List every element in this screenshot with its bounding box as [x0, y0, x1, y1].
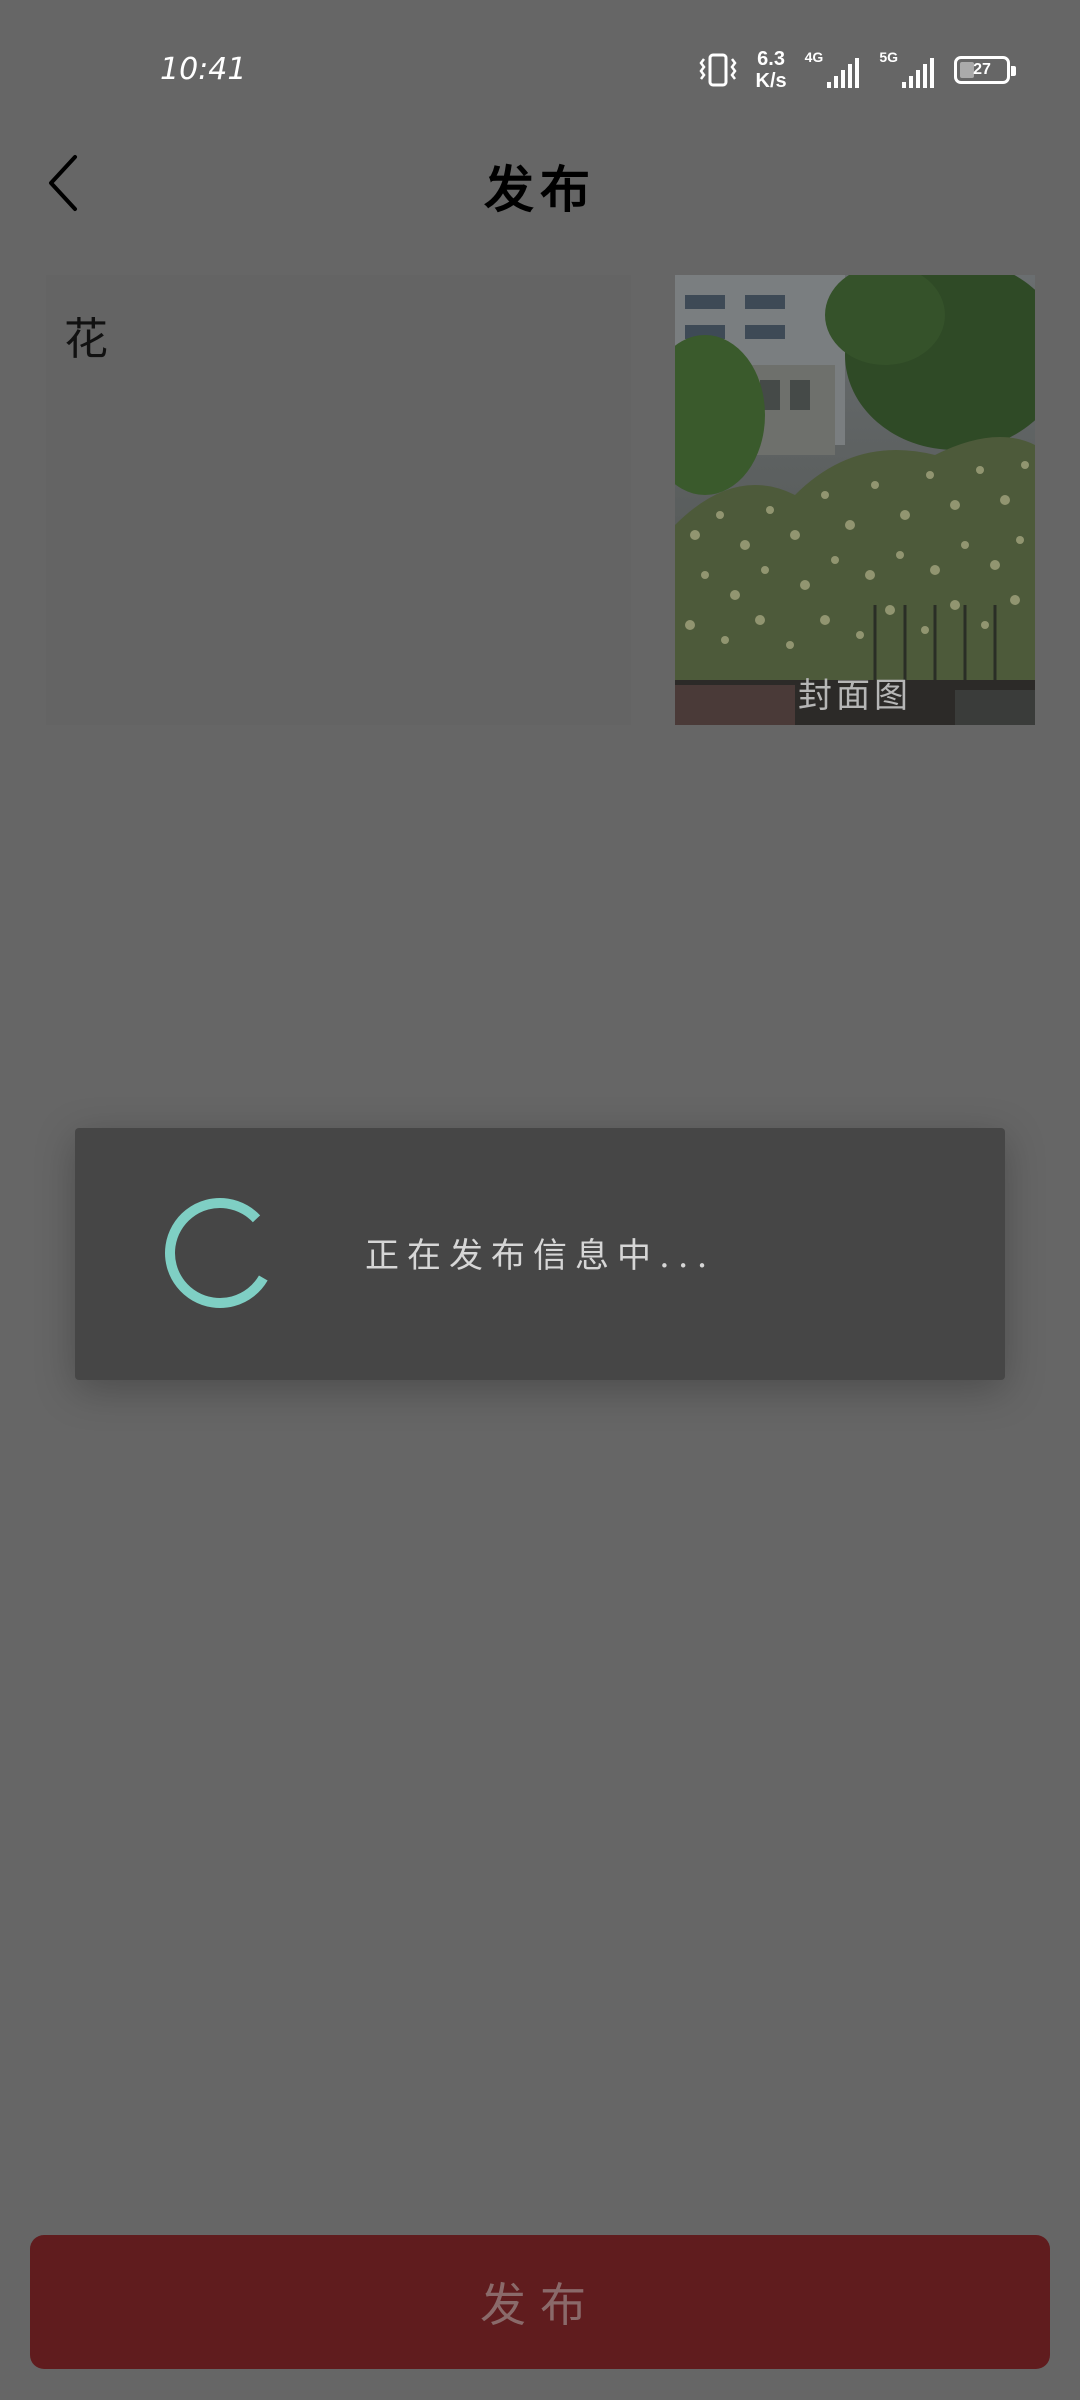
post-text-input[interactable]: 花: [46, 275, 631, 725]
publish-button[interactable]: 发布: [30, 2235, 1050, 2369]
status-icons: 6.3 K/s 4G 5G 27: [698, 48, 1016, 92]
loading-dialog: 正在发布信息中...: [75, 1128, 1005, 1380]
loading-spinner-icon: [155, 1188, 285, 1318]
status-time: 10:41: [160, 52, 247, 87]
battery-level: 27: [973, 61, 991, 78]
speed-unit: K/s: [755, 70, 787, 92]
cover-label: 封面图: [798, 676, 912, 716]
page-title: 发布: [484, 160, 596, 219]
cover-image[interactable]: 封面图: [675, 275, 1035, 725]
network-speed: 6.3 K/s: [756, 48, 787, 92]
signal-4g-icon: 4G: [805, 50, 862, 90]
post-text-value: 花: [64, 314, 108, 365]
status-bar: 10:41 6.3 K/s 4G 5G 27: [0, 0, 1080, 140]
network-4g-label: 4G: [804, 49, 824, 65]
battery-icon: 27: [954, 56, 1016, 84]
vibrate-icon: [698, 53, 738, 87]
cover-photo: [675, 275, 1035, 725]
publish-screen: 10:41 6.3 K/s 4G 5G 27 发布 花 封面图 正在发布信息中.…: [0, 0, 1080, 2400]
speed-value: 6.3: [757, 48, 785, 70]
loading-message: 正在发布信息中...: [365, 1236, 716, 1276]
network-5g-label: 5G: [879, 49, 898, 65]
signal-5g-icon: 5G: [879, 50, 936, 90]
